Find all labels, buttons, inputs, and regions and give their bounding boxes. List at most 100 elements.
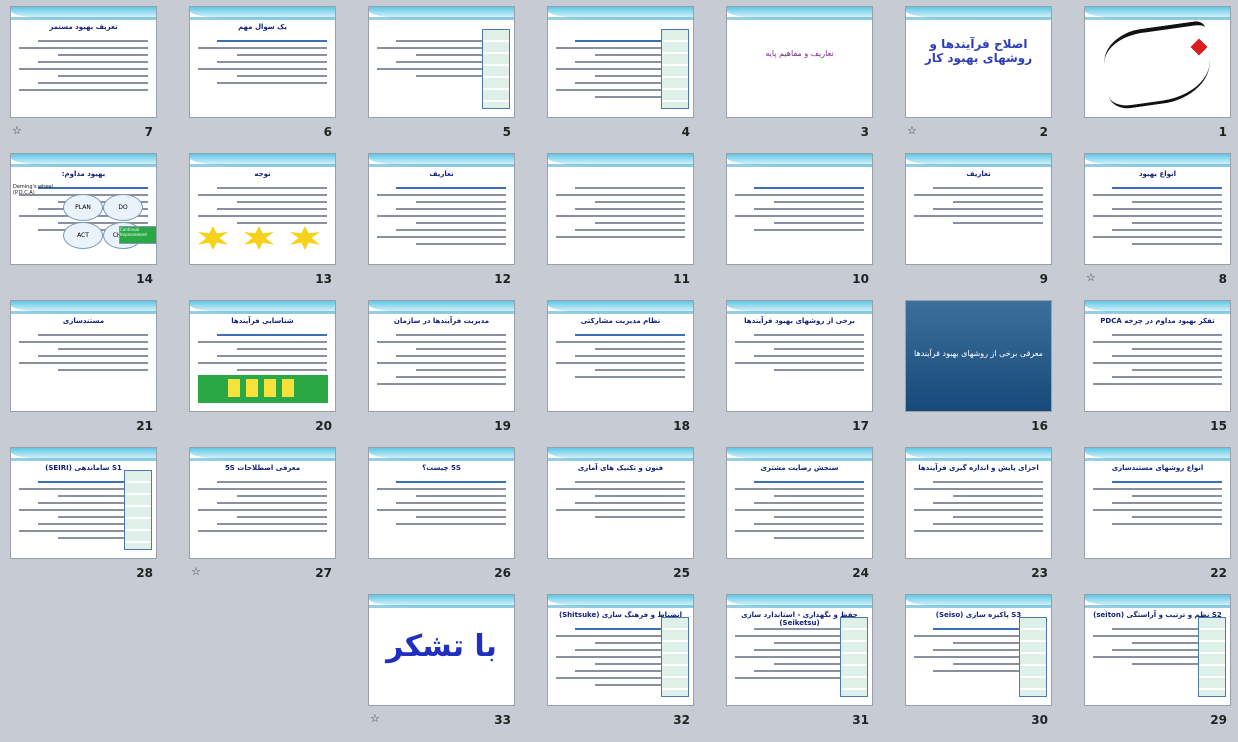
slide-body-text (735, 476, 864, 544)
slide-thumbnail-cell[interactable]: انواع روشهای مستندسازی 22 (1084, 447, 1231, 585)
slide-thumbnail-cell[interactable]: برخی از روشهای بهبود فرآیندها 17 (726, 300, 873, 438)
slide-thumbnail-cell[interactable]: بهبود مداوم:PLANDOACTCHECKContinual Impr… (10, 153, 157, 291)
slide-thumbnail-cell[interactable]: نظام مدیریت مشارکتی 18 (547, 300, 694, 438)
text-line (1093, 215, 1222, 217)
text-line (198, 47, 327, 49)
slide-thumbnail-cell[interactable]: S1 ساماندهی (SEIRI) 28 (10, 447, 157, 585)
slide-thumbnail-cell[interactable]: شناسایی فرآیندها 20 (189, 300, 336, 438)
text-line (1112, 334, 1222, 336)
slide-thumbnail[interactable]: تفکر بهبود مداوم در چرخه PDCA (1084, 300, 1231, 412)
text-line (217, 187, 327, 189)
text-line (57, 369, 148, 371)
slide-thumbnail[interactable] (368, 6, 515, 118)
text-line (594, 495, 685, 497)
slide-title: انواع روشهای مستندسازی (1111, 464, 1204, 472)
text-line (1093, 362, 1222, 364)
slide-thumbnail-cell[interactable]: یک سوال مهم 6 (189, 6, 336, 144)
slide-thumbnail-cell[interactable]: 11 (547, 153, 694, 291)
slide-thumbnail-cell[interactable]: انضباط و فرهنگ سازی (Shitsuke) 32 (547, 594, 694, 732)
text-line (1093, 341, 1222, 343)
slide-thumbnail[interactable]: S2 نظم و ترتیب و آراستگی (seiton) (1084, 594, 1231, 706)
slide-thumbnail-cell[interactable]: تعریف بهبود مستمر 7 ☆ (10, 6, 157, 144)
slide-thumbnail[interactable]: انواع بهبود (1084, 153, 1231, 265)
slide-thumbnail-cell[interactable]: 5 (368, 6, 515, 144)
slide-thumbnail-cell[interactable]: سنجش رضایت مشتری 24 (726, 447, 873, 585)
slide-body-text (1093, 182, 1222, 250)
slide-thumbnail[interactable]: تعاریف و مفاهیم پایه (726, 6, 873, 118)
text-line (914, 215, 1043, 217)
slide-thumbnail[interactable] (547, 153, 694, 265)
slide-thumbnail[interactable]: بهبود مداوم:PLANDOACTCHECKContinual Impr… (10, 153, 157, 265)
slide-thumbnail-cell[interactable]: با تشکر 33 ☆ (368, 594, 515, 732)
slide-thumbnail[interactable]: اجزای پایش و اندازه گیری فرآیندها (905, 447, 1052, 559)
slide-thumbnail[interactable] (1084, 6, 1231, 118)
slide-thumbnail-cell[interactable]: اصلاح فرآیندها و روشهای بهبود کار 2 ☆ (905, 6, 1052, 144)
slide-thumbnail-cell[interactable]: تعاریف 9 (905, 153, 1052, 291)
text-line (217, 40, 327, 42)
slide-title: تعریف بهبود مستمر (49, 23, 118, 31)
slide-thumbnail[interactable]: حفظ و نگهداری - استاندارد سازی (Seiketsu… (726, 594, 873, 706)
slide-thumbnail[interactable]: شناسایی فرآیندها (189, 300, 336, 412)
slide-thumbnail[interactable]: توجه (189, 153, 336, 265)
slide-thumbnail[interactable]: نظام مدیریت مشارکتی (547, 300, 694, 412)
text-line (198, 362, 327, 364)
text-line (914, 509, 1043, 511)
slide-thumbnail-cell[interactable]: مدیریت فرآیندها در سازمان 19 (368, 300, 515, 438)
slide-thumbnail[interactable]: 5S چیست؟ (368, 447, 515, 559)
slide-thumbnail-cell[interactable]: S3 پاکیزه سازی (Seiso) 30 (905, 594, 1052, 732)
slide-thumbnail-cell[interactable]: توجه 13 (189, 153, 336, 291)
slide-thumbnail-cell[interactable]: اجزای پایش و اندازه گیری فرآیندها 23 (905, 447, 1052, 585)
text-line (773, 495, 864, 497)
slide-thumbnail[interactable]: معرفی اصطلاحات 5S (189, 447, 336, 559)
text-line (594, 369, 685, 371)
slide-title: اجزای پایش و اندازه گیری فرآیندها (918, 464, 1039, 472)
slide-thumbnail[interactable]: S1 ساماندهی (SEIRI) (10, 447, 157, 559)
slide-thumbnail[interactable] (547, 6, 694, 118)
slide-thumbnail[interactable]: انضباط و فرهنگ سازی (Shitsuke) (547, 594, 694, 706)
slide-thumbnail-cell[interactable]: تعاریف 12 (368, 153, 515, 291)
slide-number: 29 (1210, 713, 1227, 727)
text-line (594, 348, 685, 350)
text-line (735, 194, 864, 196)
slide-thumbnail[interactable]: تعریف بهبود مستمر (10, 6, 157, 118)
slide-thumbnail-cell[interactable]: تعاریف و مفاهیم پایه 3 (726, 6, 873, 144)
slide-header-line (548, 605, 693, 608)
slide-thumbnail-cell[interactable]: 5S چیست؟ 26 (368, 447, 515, 585)
slide-thumbnail-cell[interactable]: معرفی اصطلاحات 5S 27 ☆ (189, 447, 336, 585)
slide-number: 32 (673, 713, 690, 727)
slide-thumbnail[interactable]: با تشکر (368, 594, 515, 706)
slide-thumbnail[interactable]: اصلاح فرآیندها و روشهای بهبود کار (905, 6, 1052, 118)
slide-thumbnail[interactable]: S3 پاکیزه سازی (Seiso) (905, 594, 1052, 706)
text-line (198, 341, 327, 343)
text-line (236, 516, 327, 518)
slide-thumbnail[interactable]: برخی از روشهای بهبود فرآیندها (726, 300, 873, 412)
slide-thumbnail[interactable] (726, 153, 873, 265)
side-table (840, 617, 868, 697)
text-line (914, 530, 1043, 532)
slide-thumbnail-cell[interactable]: 4 (547, 6, 694, 144)
slide-thumbnail-cell[interactable]: معرفی برخی از روشهای بهبود فرآیندها 16 (905, 300, 1052, 438)
slide-thumbnail[interactable]: معرفی برخی از روشهای بهبود فرآیندها (905, 300, 1052, 412)
slide-body-text (377, 182, 506, 250)
slide-thumbnail[interactable]: تعاریف (368, 153, 515, 265)
slide-thumbnail[interactable]: سنجش رضایت مشتری (726, 447, 873, 559)
slide-thumbnail-cell[interactable]: انواع بهبود 8 ☆ (1084, 153, 1231, 291)
slide-thumbnail-cell[interactable]: تفکر بهبود مداوم در چرخه PDCA 15 (1084, 300, 1231, 438)
slide-thumbnail[interactable]: مدیریت فرآیندها در سازمان (368, 300, 515, 412)
slide-thumbnail[interactable]: تعاریف (905, 153, 1052, 265)
slide-thumbnail-cell[interactable]: فنون و تکنیک های آماری 25 (547, 447, 694, 585)
slide-thumbnail[interactable]: یک سوال مهم (189, 6, 336, 118)
slide-thumbnail-cell[interactable]: 1 (1084, 6, 1231, 144)
slide-thumbnail[interactable]: فنون و تکنیک های آماری (547, 447, 694, 559)
text-line (1112, 523, 1222, 525)
transition-star-icon: ☆ (12, 124, 22, 137)
slide-thumbnail-cell[interactable]: S2 نظم و ترتیب و آراستگی (seiton) 29 (1084, 594, 1231, 732)
slide-thumbnail-cell[interactable]: مستندسازی 21 (10, 300, 157, 438)
slide-thumbnail-cell[interactable]: حفظ و نگهداری - استاندارد سازی (Seiketsu… (726, 594, 873, 732)
slide-header-line (727, 311, 872, 314)
slide-thumbnail-cell[interactable]: 10 (726, 153, 873, 291)
slide-thumbnail[interactable]: مستندسازی (10, 300, 157, 412)
slide-thumbnail[interactable]: انواع روشهای مستندسازی (1084, 447, 1231, 559)
text-line (735, 341, 864, 343)
text-line (1093, 194, 1222, 196)
